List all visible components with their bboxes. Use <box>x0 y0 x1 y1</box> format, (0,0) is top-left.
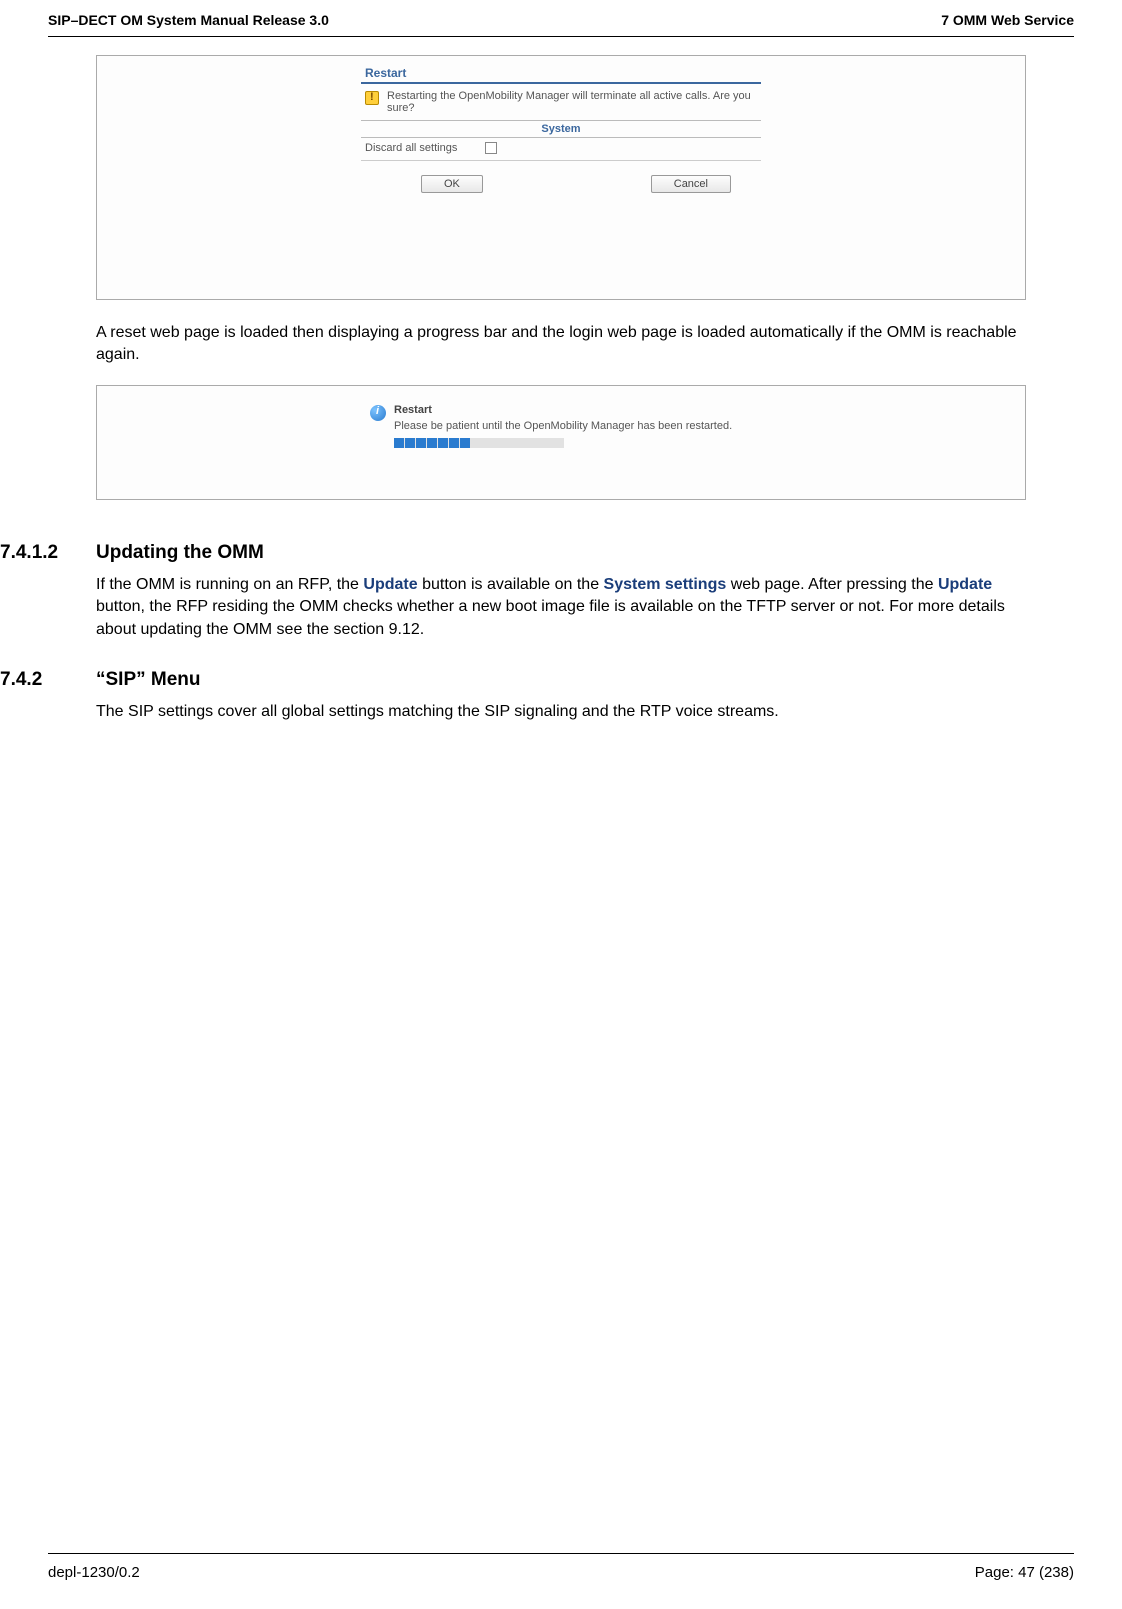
section-title: “SIP” Menu <box>96 669 201 691</box>
section-number: 7.4.2 <box>0 669 96 691</box>
page-header: SIP–DECT OM System Manual Release 3.0 7 … <box>48 12 1074 37</box>
discard-label: Discard all settings <box>365 142 457 154</box>
info-icon <box>370 405 386 421</box>
progress-bar <box>394 438 564 448</box>
para-updating-omm: If the OMM is running on an RFP, the Upd… <box>96 574 1026 641</box>
dialog2-message: Please be patient until the OpenMobility… <box>394 420 732 432</box>
system-divider: System <box>361 120 761 138</box>
dialog-message: Restarting the OpenMobility Manager will… <box>387 90 757 114</box>
footer-right: Page: 47 (238) <box>975 1564 1074 1581</box>
header-right: 7 OMM Web Service <box>941 12 1074 28</box>
system-settings-link: System settings <box>604 576 727 593</box>
dialog2-title: Restart <box>394 404 732 416</box>
ok-button[interactable]: OK <box>421 175 483 193</box>
section-title: Updating the OMM <box>96 542 264 564</box>
restart-confirm-dialog: Restart Restarting the OpenMobility Mana… <box>361 66 761 193</box>
restart-progress-dialog: Restart Please be patient until the Open… <box>366 398 756 454</box>
warning-icon <box>365 91 379 105</box>
update-link-1: Update <box>363 576 417 593</box>
para-sip-menu: The SIP settings cover all global settin… <box>96 701 1026 723</box>
section-number: 7.4.1.2 <box>0 542 96 564</box>
discard-checkbox[interactable] <box>485 142 497 154</box>
update-link-2: Update <box>938 576 992 593</box>
restart-progress-figure: Restart Please be patient until the Open… <box>96 385 1026 500</box>
footer-left: depl-1230/0.2 <box>48 1564 140 1581</box>
dialog-title: Restart <box>361 66 761 84</box>
restart-confirm-figure: Restart Restarting the OpenMobility Mana… <box>96 55 1026 300</box>
page-footer: depl-1230/0.2 Page: 47 (238) <box>48 1553 1074 1581</box>
header-left: SIP–DECT OM System Manual Release 3.0 <box>48 12 329 28</box>
para-reset-explain: A reset web page is loaded then displayi… <box>96 322 1026 367</box>
cancel-button[interactable]: Cancel <box>651 175 731 193</box>
